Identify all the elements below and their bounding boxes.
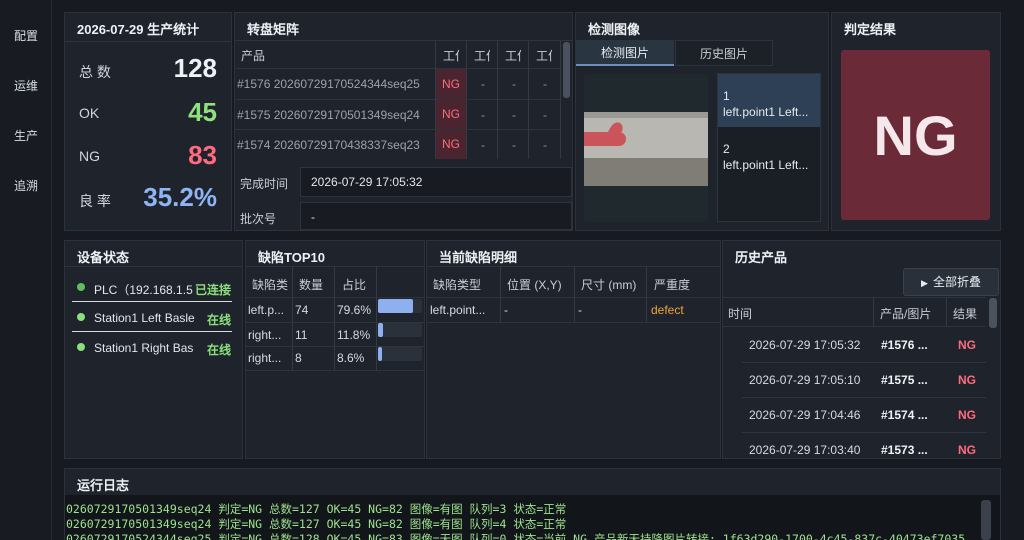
detect-image[interactable] [584,74,708,222]
device-name: PLC（192.168.1.5 [94,283,193,297]
ratio-bar [378,347,422,361]
history-col-time: 时间 [728,307,753,321]
current-col-pos: 位置 (X,Y) [507,278,562,292]
log-scrollbar[interactable] [981,500,991,540]
total-label: 总 数 [79,64,111,80]
top10-col-pct: 占比 [342,278,367,292]
nav-config[interactable]: 配置 [0,27,52,44]
current-col-severity: 严重度 [654,278,691,292]
judge-title: 判定结果 [844,22,897,37]
tab-current-images[interactable]: 检测图片 [576,40,674,66]
log-title: 运行日志 [77,478,130,493]
status-dot [77,343,85,351]
nav-trace[interactable]: 追溯 [0,177,52,194]
device-title: 设备状态 [77,250,130,265]
matrix-cell: - [481,108,485,122]
history-title: 历史产品 [735,250,788,265]
matrix-cell: - [481,77,485,91]
history-col-result: 结果 [953,307,978,321]
table-row[interactable]: 2026-07-29 17:04:46 #1574 ... NG [742,398,986,432]
matrix-product: #1574 20260729170438337seq23 [237,138,420,152]
ng-label: NG [79,148,100,164]
current-col-type: 缺陷类型 [433,278,482,292]
device-status: 已连接 [195,283,232,297]
matrix-cell: - [512,108,516,122]
top10-col-count: 数量 [299,278,324,292]
ng-value: 83 [188,140,217,170]
rate-label: 良 率 [79,193,111,209]
total-value: 128 [173,53,217,83]
matrix-product: #1575 20260729170501349seq24 [237,108,420,122]
ratio-bar-fill [378,347,382,361]
table-row[interactable]: #1576 20260729170524344seq25 NG - - - [235,69,561,99]
log-area[interactable]: 0260729170501349seq24 判定=NG 总数=127 OK=45… [65,495,1000,540]
finish-time-field[interactable]: 2026-07-29 17:05:32 [300,167,572,197]
rate-value: 35.2% [143,182,217,212]
log-line: 0260729170501349seq24 判定=NG 总数=127 OK=45… [66,517,567,531]
table-row[interactable]: left.point... - - defect [427,298,720,322]
table-row[interactable]: 2026-07-29 17:05:32 #1576 ... NG [742,327,986,362]
matrix-product: #1576 20260729170524344seq25 [237,77,420,91]
status-dot [77,283,85,291]
device-name: Station1 Left Basle [94,311,195,325]
ratio-bar [378,299,422,313]
sidebar: 配置 运维 生产 追溯 [0,0,52,540]
status-dot [77,313,85,321]
tab-history-images[interactable]: 历史图片 [675,40,773,66]
stats-title: 2026-07-29 生产统计 [77,22,200,37]
matrix-title: 转盘矩阵 [247,22,300,37]
matrix-col-station-3: 工位 [505,49,521,63]
judge-result-box: NG [841,50,990,220]
matrix-ng-cell: NG [436,69,466,99]
log-line: 0260729170501349seq24 判定=NG 总数=127 OK=45… [66,502,567,516]
matrix-cell: - [543,108,547,122]
log-line: 0260729170524344seq25 判定=NG 总数=128 OK=45… [66,532,966,540]
matrix-cell: - [481,138,485,152]
matrix-cell: - [543,138,547,152]
table-row[interactable]: #1574 20260729170438337seq23 NG - - - [235,130,561,159]
caret-right-icon: ▶ [921,278,928,288]
detect-list-item[interactable]: 1 left.point1 Left... [718,74,820,127]
table-row[interactable]: #1575 20260729170501349seq24 NG - - - [235,100,561,129]
history-scrollbar[interactable] [989,298,997,328]
table-row[interactable]: 2026-07-29 17:03:40 #1573 ... NG [742,433,986,458]
batch-field[interactable]: - [300,202,572,230]
matrix-col-station-1: 工位 [443,49,459,63]
stats-panel: 2026-07-29 生产统计 总 数 128 OK 45 NG 83 良 率 … [64,12,232,231]
ratio-bar-fill [378,299,413,313]
nav-production[interactable]: 生产 [0,127,52,144]
history-col-product: 产品/图片 [880,307,932,321]
matrix-cell: - [512,138,516,152]
current-col-size: 尺寸 (mm) [581,278,637,292]
ok-label: OK [79,105,100,121]
ok-value: 45 [188,97,217,127]
matrix-cell: - [512,77,516,91]
device-name: Station1 Right Bas [94,341,194,355]
detect-list-item[interactable]: 2 left.point1 Left... [718,127,820,180]
matrix-ng-cell: NG [436,130,466,159]
matrix-ng-cell: NG [436,100,466,129]
top10-title: 缺陷TOP10 [258,250,325,265]
table-row[interactable]: 2026-07-29 17:05:10 #1575 ... NG [742,363,986,397]
nav-maintenance[interactable]: 运维 [0,77,52,94]
matrix-scrollbar[interactable] [563,42,570,98]
matrix-cell: - [543,77,547,91]
top10-col-type: 缺陷类 [252,278,289,292]
batch-label: 批次号 [240,212,277,226]
severity-value: defect [651,303,684,317]
detect-title: 检测图像 [588,22,641,37]
matrix-col-station-4: 工位 [536,49,552,63]
ratio-bar [378,323,422,337]
matrix-col-station-2: 工位 [474,49,490,63]
current-title: 当前缺陷明细 [439,250,518,265]
judge-result: NG [873,103,958,167]
ratio-bar-fill [378,323,383,337]
device-status: 在线 [207,313,232,327]
device-status: 在线 [207,343,232,357]
matrix-col-product: 产品 [241,49,266,63]
finish-time-label: 完成时间 [240,177,289,191]
collapse-all-button[interactable]: ▶ 全部折叠 [903,268,999,296]
